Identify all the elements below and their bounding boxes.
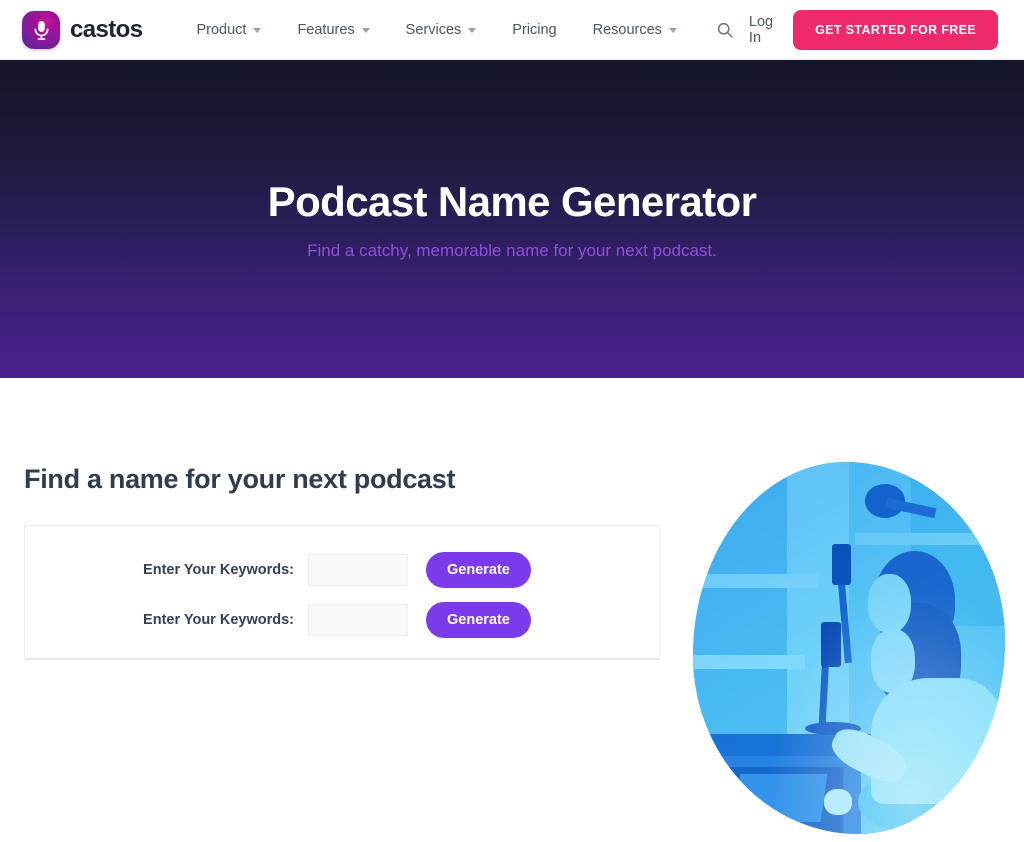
photo-highlight-overlay <box>693 462 1005 834</box>
nav-item-pricing[interactable]: Pricing <box>494 22 574 38</box>
brand-name: castos <box>70 15 143 43</box>
page-root: castos Product Features Services Pricing… <box>0 0 1024 842</box>
chevron-down-icon <box>253 28 262 33</box>
get-started-button[interactable]: GET STARTED FOR FREE <box>793 9 999 50</box>
nav-actions: Log In GET STARTED FOR FREE <box>749 9 999 50</box>
brand-logo-link[interactable]: castos <box>22 10 143 49</box>
page-title: Podcast Name Generator <box>267 178 757 225</box>
keywords-input-2[interactable] <box>308 604 408 636</box>
nav-item-services[interactable]: Services <box>388 22 495 38</box>
nav-item-label: Resources <box>592 21 662 38</box>
nav-item-product[interactable]: Product <box>178 22 279 38</box>
page-subtitle: Find a catchy, memorable name for your n… <box>307 241 717 261</box>
chevron-down-icon <box>468 28 477 33</box>
nav-item-features[interactable]: Features <box>279 22 387 38</box>
nav-item-label: Services <box>405 21 462 38</box>
microphone-icon <box>22 10 60 49</box>
primary-nav: Product Features Services Pricing Resour… <box>178 22 748 38</box>
nav-item-label: Product <box>196 21 247 38</box>
hero-banner: Podcast Name Generator Find a catchy, me… <box>0 60 1024 378</box>
main-content: Find a name for your next podcast Enter … <box>0 378 1024 842</box>
keywords-label-1: Enter Your Keywords: <box>143 562 294 578</box>
keywords-input-1[interactable] <box>308 554 408 586</box>
chevron-down-icon <box>668 28 677 33</box>
form-row: Enter Your Keywords: Generate <box>25 595 659 645</box>
nav-item-resources[interactable]: Resources <box>575 22 695 38</box>
section-heading: Find a name for your next podcast <box>24 464 456 494</box>
keywords-label-2: Enter Your Keywords: <box>143 612 294 628</box>
nav-item-label: Features <box>297 21 355 38</box>
search-icon[interactable] <box>695 22 749 38</box>
keyword-generator-form: Enter Your Keywords: Generate Enter Your… <box>24 525 660 660</box>
form-row: Enter Your Keywords: Generate <box>25 545 659 595</box>
chevron-down-icon <box>361 28 370 33</box>
nav-item-label: Pricing <box>512 21 557 38</box>
login-link[interactable]: Log In <box>749 14 773 46</box>
top-navigation-bar: castos Product Features Services Pricing… <box>0 0 1024 60</box>
podcast-studio-photo <box>693 462 1005 834</box>
generate-button-1[interactable]: Generate <box>426 552 531 588</box>
generate-button-2[interactable]: Generate <box>426 602 531 638</box>
